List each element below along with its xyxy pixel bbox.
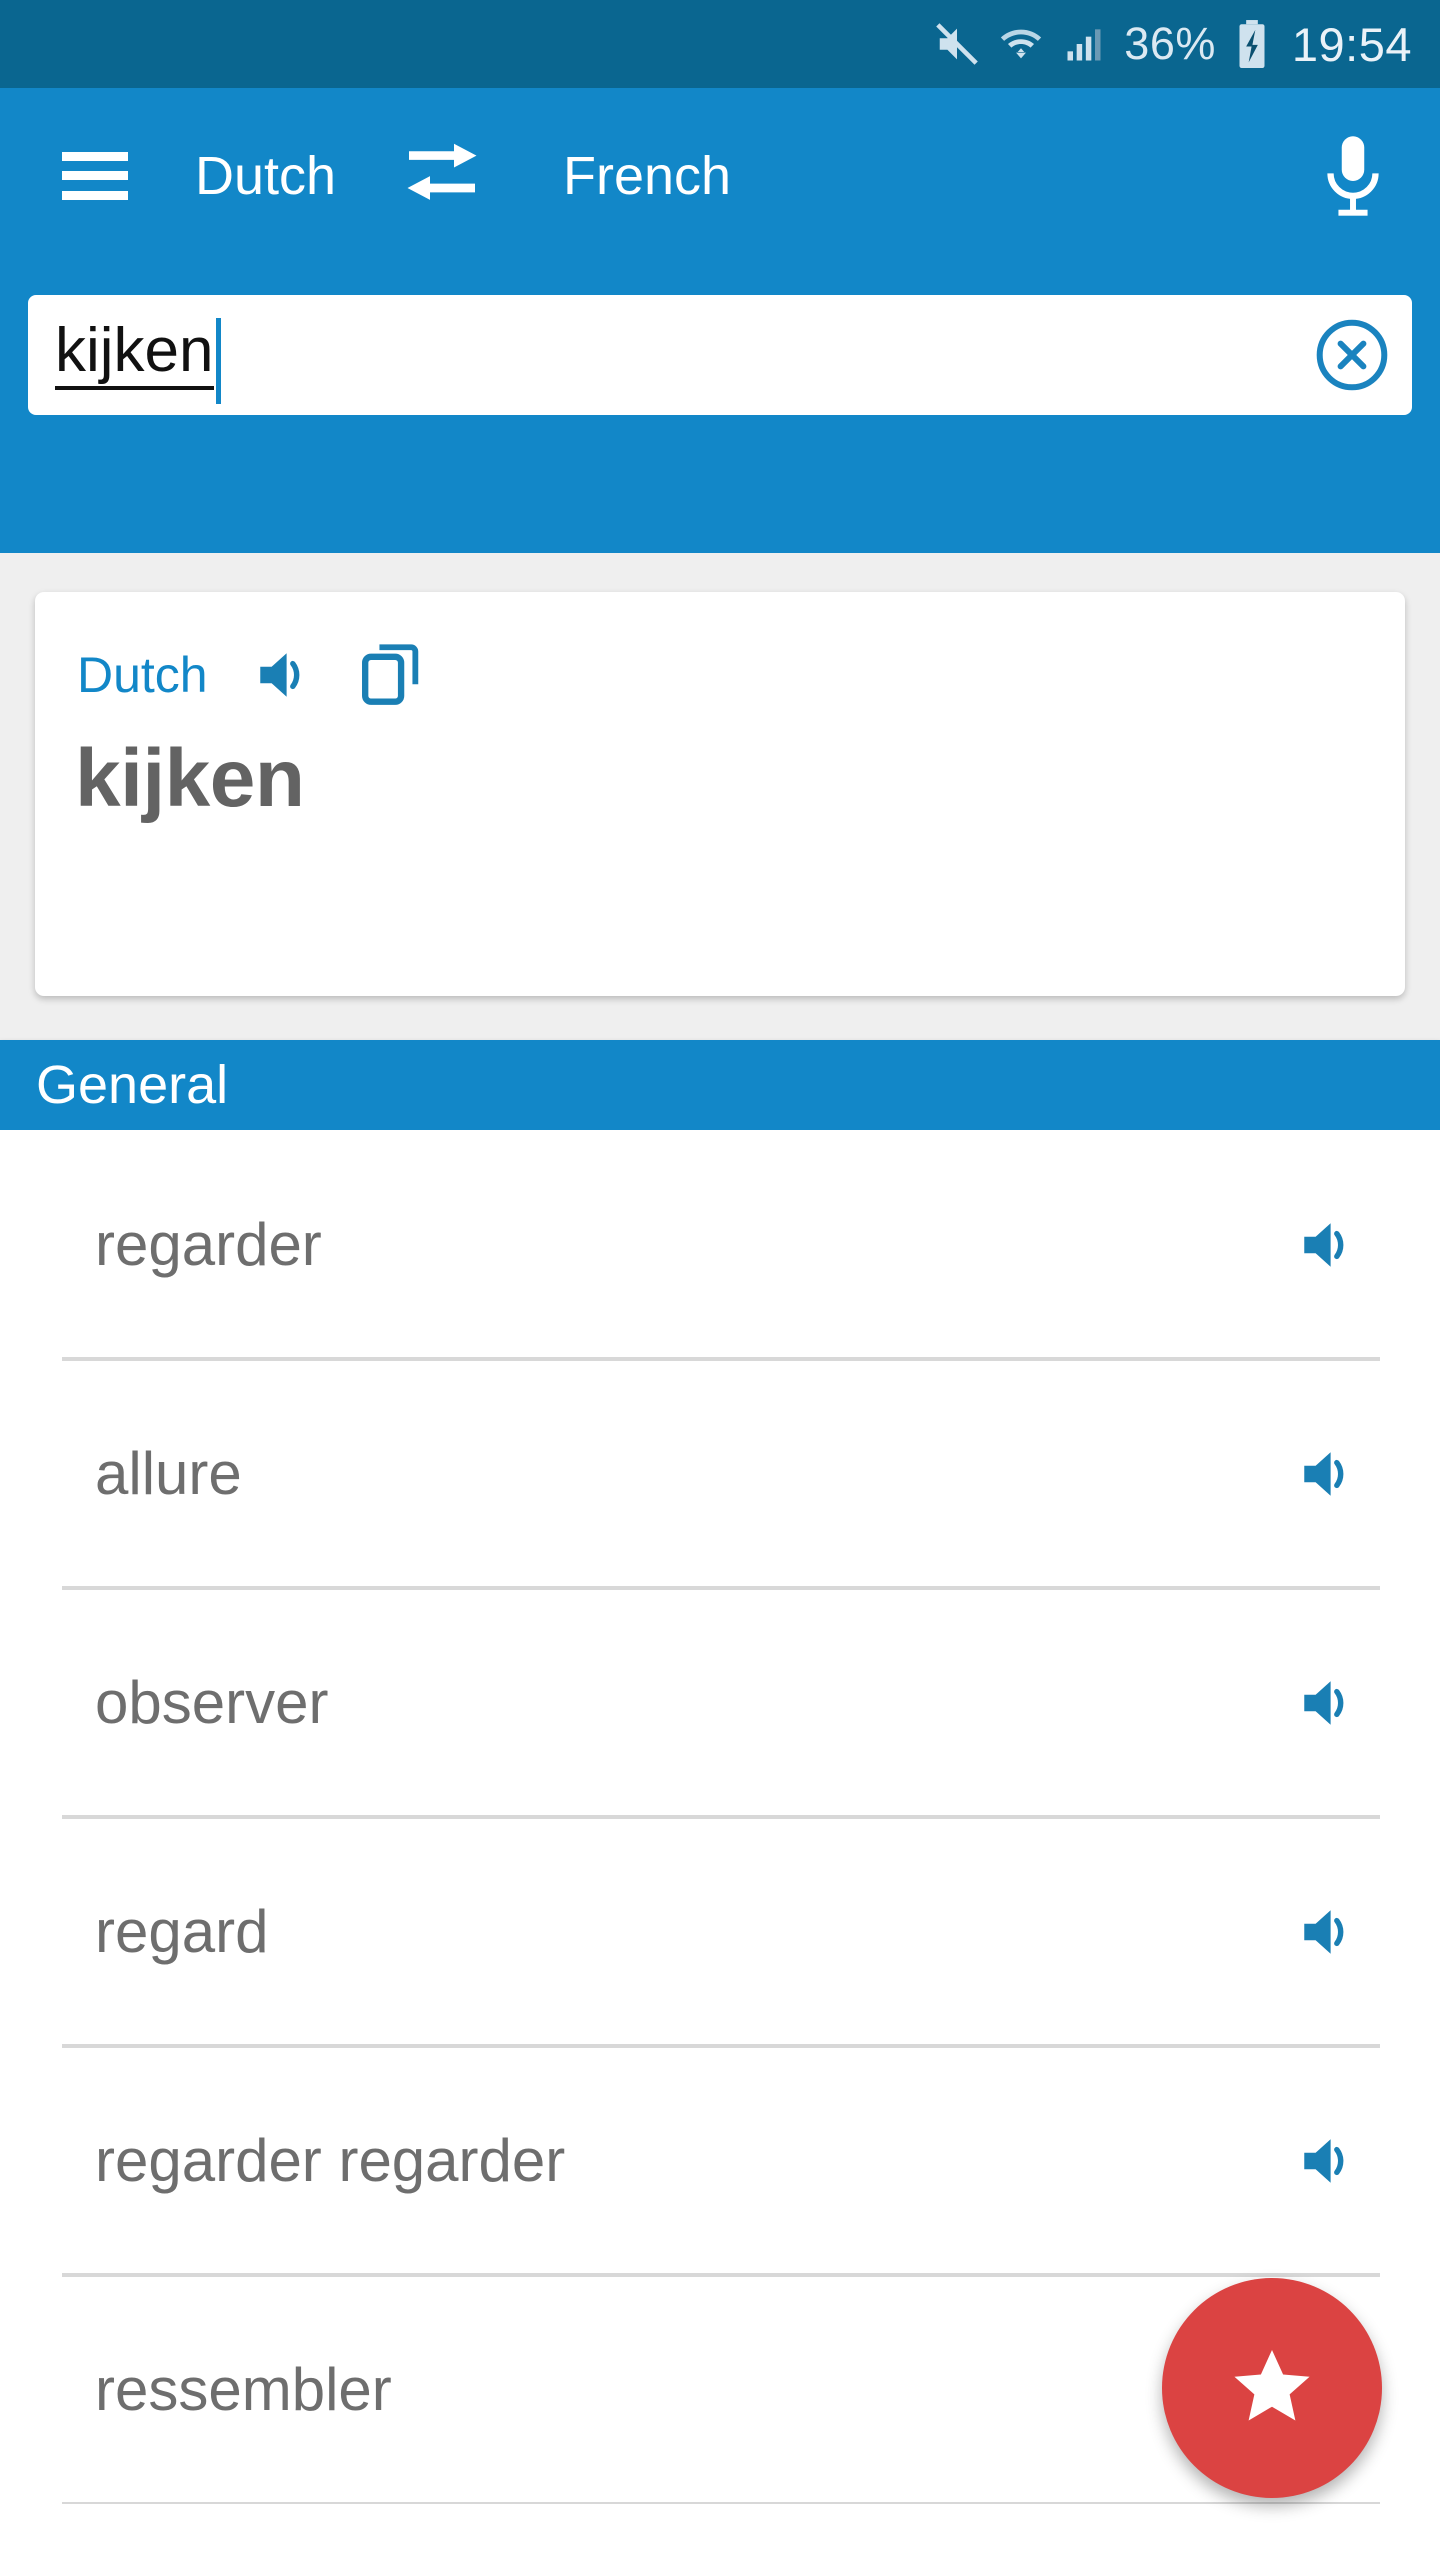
text-cursor <box>215 318 221 404</box>
search-input[interactable]: kijken <box>55 320 214 390</box>
speaker-icon[interactable] <box>1294 2130 1360 2192</box>
speaker-icon[interactable] <box>1294 1443 1360 1505</box>
section-header-label: General <box>36 1055 229 1115</box>
card-language-label: Dutch <box>77 647 208 703</box>
clear-search-button[interactable] <box>1292 295 1412 415</box>
status-bar: 36% 19:54 <box>0 0 1440 88</box>
favorites-fab-button[interactable] <box>1162 2278 1382 2498</box>
list-item[interactable]: regarder <box>0 1130 1440 1359</box>
hamburger-menu-icon[interactable] <box>62 151 128 200</box>
copy-icon[interactable] <box>358 642 422 708</box>
star-icon <box>1224 2340 1320 2437</box>
translation-term: ressembler <box>95 2356 392 2423</box>
app-screen: 36% 19:54 Dutch French kijken Dutch kijk… <box>0 0 1440 2560</box>
section-header-general: General <box>0 1040 1440 1130</box>
hamburger-bar <box>62 151 128 161</box>
list-item[interactable]: allure <box>0 1359 1440 1588</box>
headword-card-zone: Dutch kijken <box>0 553 1440 1040</box>
hamburger-bar <box>62 190 128 200</box>
mute-icon <box>934 21 980 67</box>
list-item[interactable]: regarder regarder <box>0 2046 1440 2275</box>
status-clock: 19:54 <box>1291 17 1412 71</box>
translation-term: regard <box>95 1898 269 1965</box>
translation-term: regarder <box>95 1211 322 1278</box>
swap-languages-icon[interactable] <box>403 139 481 213</box>
search-text-area[interactable]: kijken <box>28 295 1292 415</box>
battery-percent-label: 36% <box>1124 18 1216 69</box>
speaker-icon[interactable] <box>1294 1214 1360 1276</box>
app-bar: Dutch French kijken <box>0 88 1440 553</box>
app-bar-top-row: Dutch French <box>0 88 1440 263</box>
battery-charging-icon <box>1234 19 1270 69</box>
speaker-icon[interactable] <box>1294 1672 1360 1734</box>
headword-card-toolbar: Dutch <box>77 642 422 708</box>
cellular-signal-icon <box>1062 22 1106 66</box>
translation-term: allure <box>95 1440 242 1507</box>
translation-term: observer <box>95 1669 329 1736</box>
speaker-icon[interactable] <box>250 644 316 706</box>
search-field[interactable]: kijken <box>28 295 1412 415</box>
hamburger-bar <box>62 171 128 180</box>
headword-text: kijken <box>75 733 305 824</box>
microphone-icon[interactable] <box>1318 133 1388 219</box>
target-language-button[interactable]: French <box>563 145 731 207</box>
speaker-icon[interactable] <box>1294 1901 1360 1963</box>
wifi-icon <box>998 21 1044 67</box>
list-item[interactable]: regard <box>0 1817 1440 2046</box>
translation-term: regarder regarder <box>95 2127 566 2194</box>
headword-card: Dutch kijken <box>35 592 1405 996</box>
source-language-button[interactable]: Dutch <box>195 145 336 207</box>
list-item[interactable]: observer <box>0 1588 1440 1817</box>
